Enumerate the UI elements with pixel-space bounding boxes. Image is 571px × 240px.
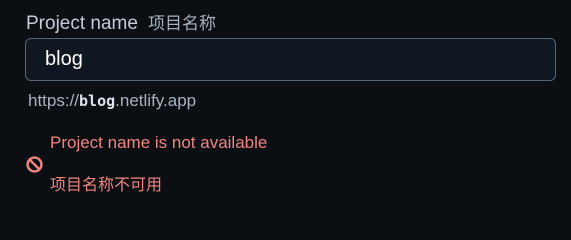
project-name-label-annotation: 项目名称 — [147, 14, 216, 34]
error-message-annotation: 项目名称不可用 — [50, 175, 163, 194]
url-project-name: blog — [79, 92, 116, 110]
project-name-label: Project name 项目名称 — [26, 9, 216, 35]
url-suffix: .netlify.app — [115, 91, 197, 110]
prohibited-icon — [26, 156, 43, 173]
project-name-input-container — [25, 38, 556, 81]
error-message: Project name is not available — [50, 133, 268, 152]
url-prefix: https:// — [28, 91, 80, 110]
project-name-input[interactable] — [26, 38, 555, 81]
site-url-preview: https://blog.netlify.app — [28, 91, 196, 111]
project-name-label-text: Project name — [26, 13, 138, 34]
